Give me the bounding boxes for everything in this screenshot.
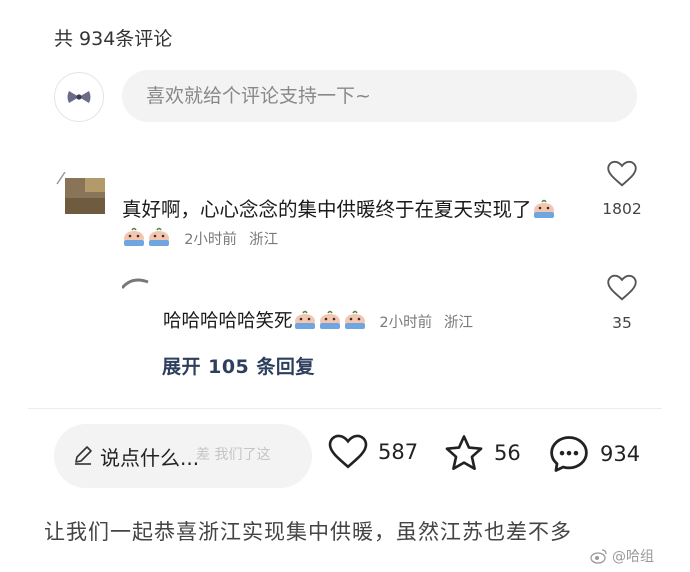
commenter-avatar[interactable]	[55, 172, 107, 216]
like-action[interactable]: 587	[328, 434, 418, 470]
reply-like-button[interactable]: 35	[604, 274, 640, 332]
reply-avatar[interactable]	[122, 276, 152, 292]
like-count: 587	[378, 440, 419, 464]
comment-text: 真好啊，心心念念的集中供暖终于在夏天实现了	[122, 198, 532, 221]
heart-icon	[328, 434, 368, 469]
crying-emoji-icon	[343, 310, 367, 330]
reply-text: 哈哈哈哈哈笑死	[163, 311, 293, 332]
post-caption: 让我们一起恭喜浙江实现集中供暖，虽然江苏也差不多	[44, 520, 572, 544]
crying-emoji-icon	[293, 310, 317, 330]
comment-time: 2小时前	[184, 232, 237, 248]
comment-like-count: 1802	[602, 200, 642, 218]
divider	[28, 408, 662, 409]
comment-location: 浙江	[249, 232, 279, 248]
overlay-watermark: 差 我们了这	[196, 447, 271, 463]
comment-count-title: 共 934条评论	[54, 28, 173, 50]
chat-bubble-icon	[550, 436, 588, 472]
comment-body: 真好啊，心心念念的集中供暖终于在夏天实现了 2小时前 浙江	[122, 196, 572, 254]
crying-emoji-icon	[147, 227, 171, 247]
bow-icon	[67, 91, 91, 103]
heart-icon	[607, 160, 637, 187]
reply-time: 2小时前	[379, 315, 433, 331]
reply-body: 哈哈哈哈哈笑死 2小时前 浙江	[163, 308, 473, 337]
favorite-count: 56	[494, 441, 521, 465]
expand-replies-link[interactable]: 展开 105 条回复	[162, 352, 315, 379]
say-something-label: 说点什么...	[100, 446, 200, 470]
crying-emoji-icon	[532, 199, 556, 219]
star-icon	[445, 435, 483, 471]
favorite-action[interactable]: 56	[444, 434, 521, 472]
comment-input[interactable]: 喜欢就给个评论支持一下~	[122, 70, 637, 122]
reply-location: 浙江	[444, 315, 474, 331]
comment-total-count: 934	[600, 442, 641, 466]
reply-like-count: 35	[612, 314, 632, 332]
weibo-logo-icon	[590, 549, 607, 564]
pencil-icon	[75, 446, 92, 465]
crying-emoji-icon	[318, 310, 342, 330]
comment-action[interactable]: 934	[548, 434, 640, 474]
weibo-watermark: @哈组	[590, 546, 654, 566]
crying-emoji-icon	[122, 227, 146, 247]
my-avatar[interactable]	[54, 72, 104, 122]
heart-icon	[607, 274, 637, 301]
comment-like-button[interactable]: 1802	[601, 160, 643, 218]
watermark-text: @哈组	[612, 549, 654, 565]
